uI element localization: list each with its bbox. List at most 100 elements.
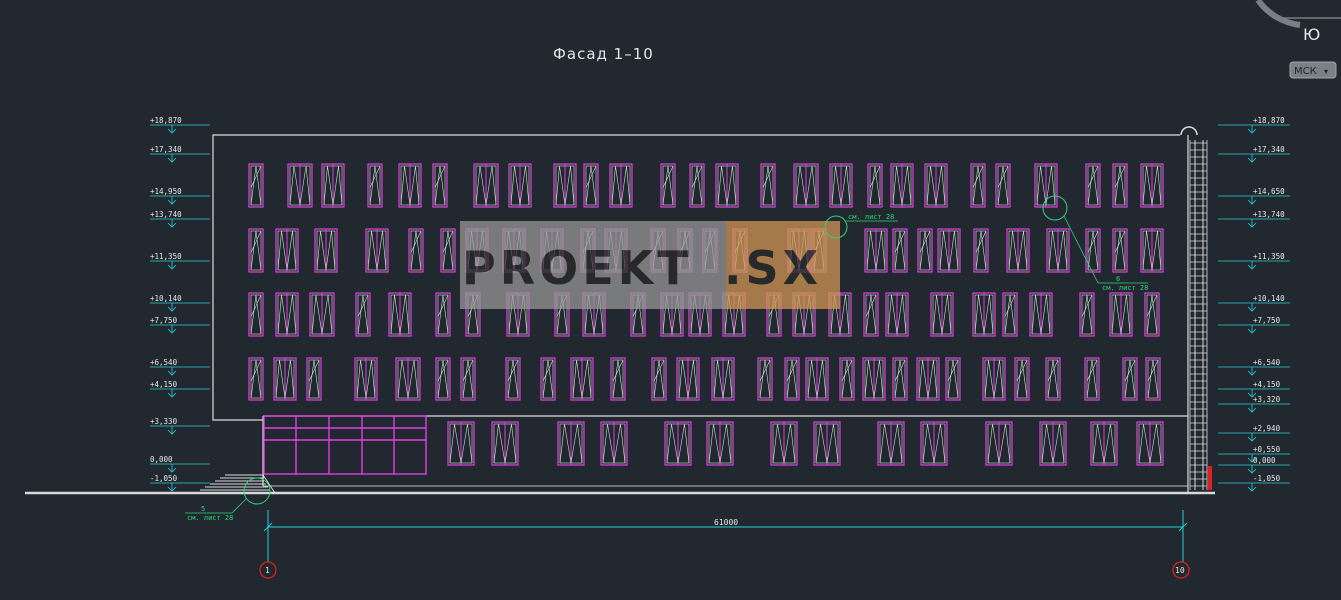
window: [1140, 228, 1164, 273]
level-mark: +17,340: [150, 145, 210, 163]
level-mark: +3,330: [150, 417, 210, 435]
window: [435, 292, 451, 337]
window: [1085, 228, 1101, 273]
window: [354, 357, 378, 401]
window: [1122, 357, 1138, 401]
window: [248, 357, 264, 401]
axis-marker-right: 10: [1172, 561, 1190, 579]
level-label: +4,150: [150, 380, 178, 389]
cad-drawing-canvas[interactable]: Фасад 1–10 Ю МСК ▾ PROEKT .SX см. лист 2…: [0, 0, 1341, 600]
window: [1144, 292, 1160, 337]
storefront-glazing: [263, 415, 427, 475]
level-mark: +10,140: [1218, 294, 1290, 312]
window: [805, 357, 829, 401]
viewcube[interactable]: Ю: [1255, 0, 1341, 44]
level-label: +2,940: [1253, 424, 1281, 433]
watermark-text-domain: .SX: [724, 241, 822, 295]
window: [1112, 163, 1128, 208]
window: [248, 228, 264, 273]
level-mark: +18,870: [1218, 116, 1290, 134]
level-mark: +4,150: [150, 380, 210, 398]
window: [440, 228, 456, 273]
level-label: +14,650: [1253, 187, 1285, 196]
window: [1090, 421, 1118, 466]
drawing-title: Фасад 1–10: [553, 45, 654, 63]
window: [1079, 292, 1095, 337]
window: [930, 292, 954, 337]
level-mark: +7,750: [1218, 316, 1290, 334]
level-label: +18,870: [150, 116, 182, 125]
window: [473, 163, 499, 208]
window: [793, 163, 819, 208]
dimension-total-text: 61000: [714, 518, 738, 527]
window: [715, 163, 739, 208]
window: [1045, 357, 1061, 401]
viewcube-ring[interactable]: [1255, 0, 1301, 28]
window: [314, 228, 338, 273]
window: [365, 228, 389, 273]
level-mark: +13,740: [1218, 210, 1290, 228]
window: [924, 163, 948, 208]
window: [395, 357, 421, 401]
window: [435, 357, 451, 401]
window: [1039, 421, 1067, 466]
axis-marker-left-label: 1: [265, 566, 270, 575]
window: [309, 292, 335, 337]
window: [784, 357, 800, 401]
window: [600, 421, 628, 466]
callout-mid-ref: см. лист 28: [1102, 284, 1148, 292]
level-label: +11,350: [150, 252, 182, 261]
stair-ladder: [1180, 126, 1212, 490]
callout-bottom-number: 5: [201, 505, 205, 513]
level-mark: +14,950: [150, 187, 210, 205]
window: [972, 292, 996, 337]
ladder-hoop: [1180, 126, 1198, 136]
level-mark: +11,350: [1218, 252, 1290, 270]
level-label: +10,140: [150, 294, 182, 303]
window: [920, 421, 948, 466]
window: [813, 421, 841, 466]
level-label: +10,140: [1253, 294, 1285, 303]
entrance-steps: [200, 474, 276, 494]
window: [660, 163, 676, 208]
window: [970, 163, 986, 208]
window: [1002, 292, 1018, 337]
window: [689, 163, 705, 208]
callout-mid-number: 6: [1116, 275, 1120, 283]
level-mark: +10,140: [150, 294, 210, 312]
window: [892, 357, 908, 401]
window: [408, 228, 424, 273]
window: [432, 163, 448, 208]
window: [1112, 228, 1128, 273]
level-mark: +18,870: [150, 116, 210, 134]
level-label: +7,750: [1253, 316, 1281, 325]
window: [937, 228, 961, 273]
window: [505, 357, 521, 401]
level-label: +7,750: [150, 316, 178, 325]
window-array: [248, 163, 1164, 466]
level-label: -1,050: [1253, 474, 1281, 483]
level-mark: +7,750: [150, 316, 210, 334]
window: [367, 163, 383, 208]
level-label: +3,330: [150, 417, 178, 426]
ucs-button-label[interactable]: МСК: [1294, 66, 1317, 77]
window: [985, 421, 1013, 466]
window: [355, 292, 371, 337]
window: [892, 228, 908, 273]
window: [1084, 357, 1100, 401]
level-mark: +6,540: [150, 358, 210, 376]
window: [248, 292, 264, 337]
window: [885, 292, 909, 337]
window: [770, 421, 798, 466]
viewcube-direction-label[interactable]: Ю: [1303, 25, 1320, 44]
window: [388, 292, 412, 337]
chevron-down-icon[interactable]: ▾: [1324, 67, 1328, 76]
ucs-button[interactable]: МСК ▾: [1289, 61, 1337, 79]
callout-bottom: 5 см. лист 28: [185, 477, 271, 522]
level-label: +18,870: [1253, 116, 1285, 125]
callout-circle: [243, 477, 271, 505]
window: [508, 163, 532, 208]
window: [916, 357, 940, 401]
level-mark: -1,050: [150, 474, 210, 492]
level-mark: +2,940: [1218, 424, 1290, 442]
